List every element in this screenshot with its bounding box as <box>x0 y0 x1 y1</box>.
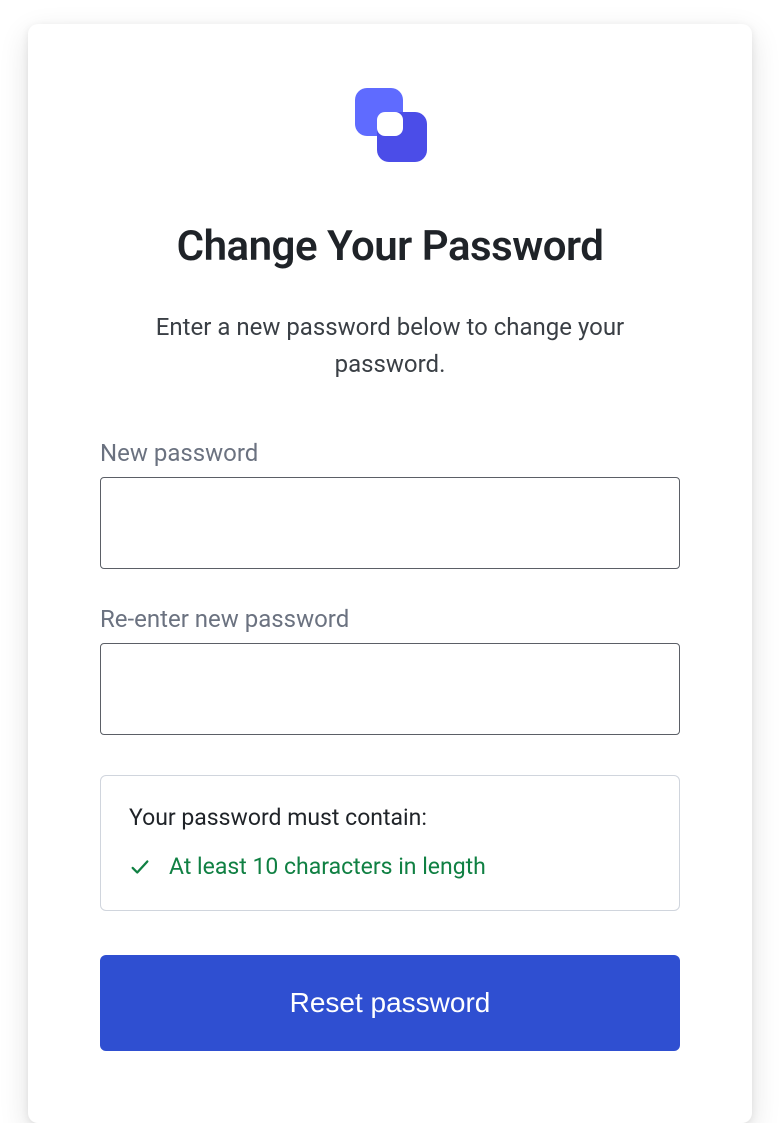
reset-password-button[interactable]: Reset password <box>100 955 680 1051</box>
change-password-form: New password Re-enter new password Your … <box>100 439 680 1051</box>
change-password-card: Change Your Password Enter a new passwor… <box>28 24 752 1123</box>
confirm-password-input[interactable] <box>100 643 680 735</box>
check-icon <box>129 856 151 878</box>
requirement-item: At least 10 characters in length <box>129 853 651 880</box>
password-requirements-box: Your password must contain: At least 10 … <box>100 775 680 911</box>
requirements-title: Your password must contain: <box>129 804 651 831</box>
app-logo-icon <box>345 84 435 174</box>
new-password-label: New password <box>100 439 680 467</box>
requirement-text: At least 10 characters in length <box>169 853 486 880</box>
confirm-password-label: Re-enter new password <box>100 605 680 633</box>
new-password-input[interactable] <box>100 477 680 569</box>
page-title: Change Your Password <box>177 222 604 271</box>
page-subtitle: Enter a new password below to change you… <box>110 309 670 383</box>
